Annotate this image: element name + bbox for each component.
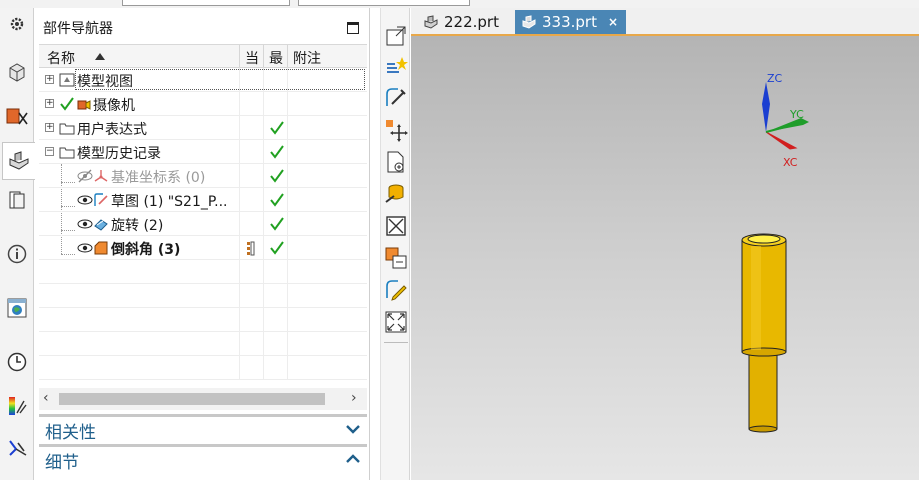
- part-navigator-panel: 部件导航器 名称 当 最 附注 + 模型视图 + 摄像机 + 用户表达式 − 模…: [35, 8, 370, 480]
- check-icon: [269, 192, 285, 208]
- tree-row-label: 旋转 (2): [111, 218, 164, 234]
- close-view-icon[interactable]: [384, 214, 408, 238]
- column-latest[interactable]: 最: [269, 48, 283, 68]
- check-icon: [269, 144, 285, 160]
- settings-gear-icon[interactable]: [3, 10, 31, 38]
- database-tool-icon[interactable]: [384, 182, 408, 206]
- current-feature-marker-icon: [245, 240, 261, 256]
- column-header: 名称 当 最 附注: [39, 44, 367, 68]
- eye-icon[interactable]: [77, 240, 93, 256]
- view-toolbar: [380, 8, 410, 480]
- folder-icon: [59, 120, 75, 136]
- resource-bar: [0, 8, 35, 480]
- tree-row-sketch[interactable]: 草图 (1) "S21_P...: [39, 188, 367, 212]
- sort-ascending-icon[interactable]: [95, 53, 105, 60]
- eye-icon[interactable]: [77, 192, 93, 208]
- assembly-constraint-icon[interactable]: [384, 246, 408, 270]
- column-current[interactable]: 当: [245, 48, 259, 68]
- check-icon: [269, 216, 285, 232]
- section-title: 细节: [45, 453, 79, 473]
- open-file-icon[interactable]: [384, 24, 408, 48]
- part-navigator-icon[interactable]: [2, 142, 35, 180]
- chamfer-icon: [93, 240, 109, 256]
- axis-label-yc: YC: [790, 108, 804, 121]
- column-name[interactable]: 名称: [47, 48, 75, 68]
- eye-hidden-icon[interactable]: [77, 168, 93, 184]
- tree-row-label: 模型视图: [77, 74, 133, 90]
- dependencies-section[interactable]: 相关性: [39, 414, 367, 443]
- check-icon: [269, 240, 285, 256]
- revolve-icon: [93, 216, 109, 232]
- check-icon: [59, 96, 75, 112]
- top-toolbar-field-2[interactable]: [298, 0, 470, 6]
- scroll-left-icon[interactable]: ‹: [43, 390, 49, 406]
- folder-icon: [59, 144, 75, 160]
- tab-label: 333.prt: [542, 13, 597, 31]
- expand-icon[interactable]: +: [45, 123, 54, 132]
- tree-row-label: 用户表达式: [77, 122, 147, 138]
- camera-icon: [75, 96, 91, 112]
- tree-row-user-expressions[interactable]: + 用户表达式: [39, 116, 367, 140]
- chevron-up-icon[interactable]: [345, 451, 361, 467]
- feature-tree: + 模型视图 + 摄像机 + 用户表达式 − 模型历史记录 基准坐标系 (0) …: [39, 68, 367, 386]
- document-tab-bar: 222.prt 333.prt ×: [411, 8, 919, 34]
- tree-row-revolve[interactable]: 旋转 (2): [39, 212, 367, 236]
- axis-label-zc: ZC: [767, 72, 783, 85]
- tree-row-chamfer[interactable]: 倒斜角 (3): [39, 236, 367, 260]
- fit-view-icon[interactable]: [384, 310, 408, 334]
- top-toolbar-strip: [0, 0, 919, 8]
- chevron-down-icon[interactable]: [345, 421, 361, 437]
- model-scene: [741, 82, 809, 433]
- cylinder-part: [741, 233, 787, 433]
- web-browser-icon[interactable]: [3, 294, 31, 322]
- tree-row-model-history[interactable]: − 模型历史记录: [39, 140, 367, 164]
- part-file-icon: [424, 15, 438, 29]
- tab-333-prt[interactable]: 333.prt ×: [515, 10, 627, 34]
- tree-row-label: 摄像机: [93, 98, 135, 114]
- datum-csys-icon: [93, 168, 109, 184]
- tree-row-label: 倒斜角 (3): [111, 242, 181, 258]
- sketch-tool-icon[interactable]: [384, 86, 408, 110]
- maximize-icon[interactable]: [347, 22, 359, 34]
- move-object-icon[interactable]: [384, 118, 408, 142]
- tree-row-label: 模型历史记录: [77, 146, 161, 162]
- process-studio-icon[interactable]: [3, 434, 31, 462]
- history-clock-icon[interactable]: [3, 348, 31, 376]
- tree-row-cameras[interactable]: + 摄像机: [39, 92, 367, 116]
- graphics-viewport[interactable]: ZC YC XC: [411, 34, 919, 480]
- horizontal-scrollbar[interactable]: ‹ ›: [39, 388, 367, 410]
- ribbon-favorites-icon[interactable]: [384, 54, 408, 78]
- column-notes[interactable]: 附注: [293, 48, 321, 68]
- tab-222-prt[interactable]: 222.prt: [417, 10, 507, 34]
- tree-row-label: 基准坐标系 (0): [111, 170, 206, 186]
- tree-row-datum-csys[interactable]: 基准坐标系 (0): [39, 164, 367, 188]
- assembly-navigator-icon[interactable]: [3, 58, 31, 86]
- scroll-right-icon[interactable]: ›: [351, 390, 357, 406]
- part-file-icon: [522, 15, 536, 29]
- scroll-thumb[interactable]: [59, 393, 325, 405]
- expand-icon[interactable]: +: [45, 99, 54, 108]
- edit-sketch-icon[interactable]: [384, 278, 408, 302]
- constraint-navigator-icon[interactable]: [3, 102, 31, 130]
- model-view-icon: [59, 72, 75, 88]
- tab-label: 222.prt: [444, 13, 499, 31]
- system-materials-icon[interactable]: [3, 392, 31, 420]
- top-toolbar-field-1[interactable]: [122, 0, 290, 6]
- eye-icon[interactable]: [77, 216, 93, 232]
- tree-row-model-views[interactable]: + 模型视图: [39, 68, 367, 92]
- reuse-library-icon[interactable]: [3, 186, 31, 214]
- sketch-icon: [93, 192, 109, 208]
- tree-row-label: 草图 (1) "S21_P...: [111, 194, 228, 210]
- navigator-title: 部件导航器: [43, 21, 113, 37]
- info-icon[interactable]: [3, 240, 31, 268]
- expand-icon[interactable]: +: [45, 75, 54, 84]
- collapse-icon[interactable]: −: [45, 147, 54, 156]
- new-part-icon[interactable]: [384, 150, 408, 174]
- axis-label-xc: XC: [783, 156, 798, 169]
- check-icon: [269, 120, 285, 136]
- section-title: 相关性: [45, 423, 96, 443]
- close-tab-icon[interactable]: ×: [608, 15, 618, 29]
- details-section[interactable]: 细节: [39, 444, 367, 480]
- check-icon: [269, 168, 285, 184]
